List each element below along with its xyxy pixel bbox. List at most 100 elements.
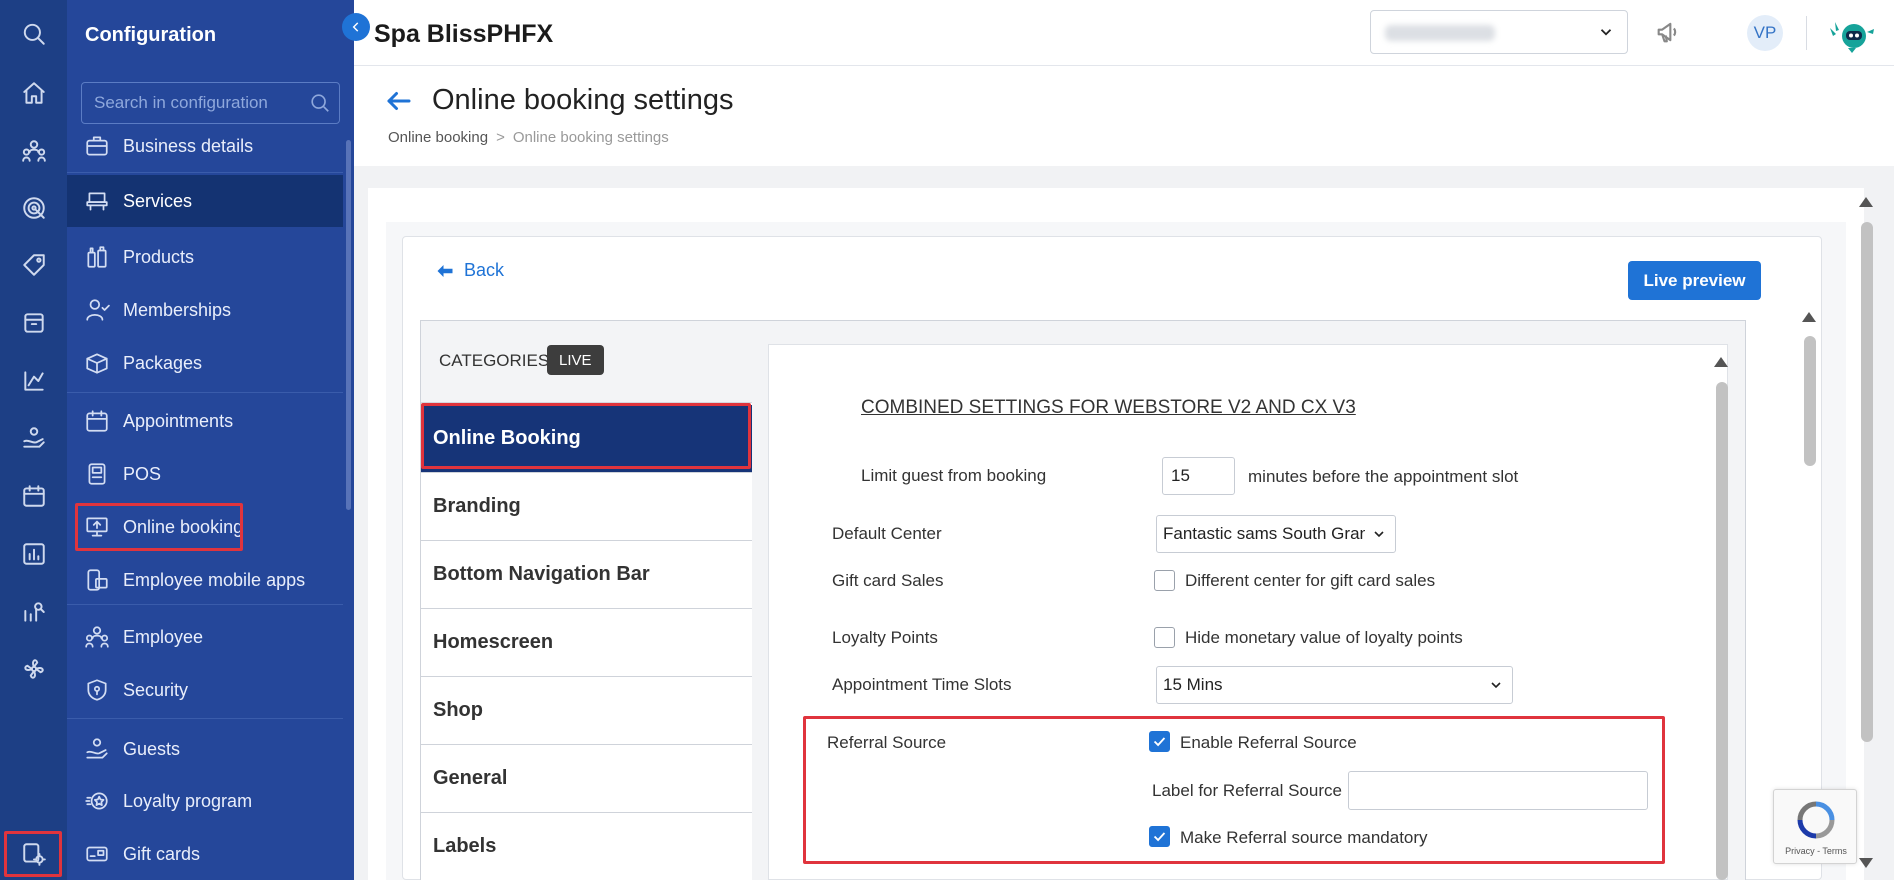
breadcrumb-parent[interactable]: Online booking <box>388 129 488 146</box>
member-icon <box>83 296 111 324</box>
scroll-up-arrow[interactable] <box>1714 357 1728 367</box>
category-bottom-navigation-bar[interactable]: Bottom Navigation Bar <box>421 541 753 609</box>
back-link[interactable]: Back <box>436 260 504 281</box>
time-slots-select[interactable]: 15 Mins <box>1156 666 1513 704</box>
megaphone-icon[interactable] <box>1654 18 1684 48</box>
back-label: Back <box>464 260 505 280</box>
analytics-icon[interactable] <box>17 595 51 629</box>
top-bar: Spa BlissPHFX VP <box>354 0 1894 66</box>
page-header: Online booking settings Online booking > O… <box>354 66 1894 166</box>
loyalty-points-checkbox[interactable] <box>1154 627 1175 648</box>
recaptcha-badge[interactable]: Privacy - Terms <box>1773 789 1857 864</box>
search-icon[interactable] <box>309 92 331 114</box>
category-online-booking[interactable]: Online Booking <box>421 405 753 473</box>
breadcrumb: Online booking > Online booking settings <box>388 129 669 146</box>
sidebar-search-input[interactable] <box>81 82 340 124</box>
tag-icon[interactable] <box>17 248 51 282</box>
sidebar-item-label: POS <box>123 463 162 484</box>
hand-care-icon[interactable] <box>17 421 51 455</box>
calendar-icon <box>83 407 111 435</box>
fan-icon[interactable] <box>17 652 51 686</box>
categories-header: CATEGORIES LIVE <box>421 321 753 403</box>
back-arrow-icon[interactable] <box>384 86 414 116</box>
chevron-down-icon <box>1597 23 1615 41</box>
team-icon[interactable] <box>17 134 51 168</box>
time-slots-label: Appointment Time Slots <box>832 675 1012 694</box>
gift-card-checkbox[interactable] <box>1154 570 1175 591</box>
sidebar-scrollbar[interactable] <box>346 140 351 510</box>
check-icon <box>1153 737 1166 747</box>
chevron-down-icon <box>1488 677 1504 693</box>
home-icon[interactable] <box>17 76 51 110</box>
icon-rail <box>0 0 67 880</box>
category-general[interactable]: General <box>421 745 753 813</box>
gift-card-option: Different center for gift card sales <box>1185 571 1436 590</box>
category-labels[interactable]: Labels <box>421 813 753 880</box>
sidebar-item-label: Gift cards <box>123 843 201 864</box>
referral-label-input[interactable] <box>1348 771 1648 810</box>
inventory-icon[interactable] <box>17 306 51 340</box>
scroll-down-arrow[interactable] <box>1859 858 1873 868</box>
sidebar-item-business-details[interactable]: Business details <box>67 124 343 168</box>
sidebar-item-label: Loyalty program <box>123 790 253 811</box>
default-center-select[interactable]: Fantastic sams South Granville <box>1156 515 1396 553</box>
time-slots-value: 15 Mins <box>1163 675 1223 694</box>
sidebar-item-label: Security <box>123 679 189 700</box>
online-booking-highlight <box>75 503 243 551</box>
divider <box>67 604 343 605</box>
chevron-left-icon <box>352 22 359 32</box>
marketing-icon[interactable] <box>17 191 51 225</box>
sidebar-item-guests[interactable]: Guests <box>67 727 343 771</box>
arrow-left-icon <box>437 264 453 277</box>
referral-source-label: Referral Source <box>827 733 947 752</box>
divider <box>67 718 343 719</box>
categories-panel: CATEGORIES LIVE Online Booking Branding … <box>420 320 753 880</box>
sidebar-item-packages[interactable]: Packages <box>67 341 343 385</box>
calendar-icon[interactable] <box>17 479 51 513</box>
scroll-up-arrow[interactable] <box>1802 312 1816 322</box>
limit-guest-label: Limit guest from booking <box>861 466 1047 485</box>
sidebar-item-gift-cards[interactable]: Gift cards <box>67 832 343 876</box>
divider <box>67 172 343 173</box>
enable-referral-checkbox[interactable] <box>1149 731 1170 752</box>
search-icon[interactable] <box>17 17 51 51</box>
bot-assistant-icon[interactable] <box>1826 14 1876 54</box>
divider <box>1806 16 1807 50</box>
settings-scrollbar[interactable] <box>1716 382 1728 880</box>
sidebar-item-security[interactable]: Security <box>67 668 343 712</box>
gift-card-icon <box>83 840 111 868</box>
loyalty-points-option: Hide monetary value of loyalty points <box>1185 628 1463 647</box>
sidebar-item-pos[interactable]: POS <box>67 452 343 496</box>
recaptcha-icon <box>1797 801 1835 839</box>
user-avatar[interactable]: VP <box>1747 15 1783 51</box>
page-scrollbar[interactable] <box>1861 222 1873 742</box>
recaptcha-terms[interactable]: Privacy - Terms <box>1774 846 1858 856</box>
default-center-value: Fantastic sams South Granville <box>1163 524 1365 543</box>
category-branding[interactable]: Branding <box>421 473 753 541</box>
card-scrollbar[interactable] <box>1804 336 1816 466</box>
collapse-sidebar-button[interactable] <box>342 13 370 41</box>
referral-mandatory-checkbox[interactable] <box>1149 826 1170 847</box>
breadcrumb-current: Online booking settings <box>512 129 669 146</box>
center-selector[interactable] <box>1370 10 1628 54</box>
sidebar-item-loyalty-program[interactable]: Loyalty program <box>67 779 343 823</box>
category-shop[interactable]: Shop <box>421 677 753 745</box>
briefcase-icon <box>83 132 111 160</box>
rail-active-highlight <box>4 831 62 877</box>
live-badge: LIVE <box>547 345 604 375</box>
live-preview-button[interactable]: Live preview <box>1628 261 1761 300</box>
reports-icon[interactable] <box>17 364 51 398</box>
scroll-up-arrow[interactable] <box>1859 197 1873 207</box>
sidebar-item-employee[interactable]: Employee <box>67 615 343 659</box>
loyalty-icon <box>83 787 111 815</box>
sidebar-title: Configuration <box>85 24 217 46</box>
sidebar-item-products[interactable]: Products <box>67 235 343 279</box>
sidebar-item-employee-mobile-apps[interactable]: Employee mobile apps <box>67 558 343 602</box>
dashboard-icon[interactable] <box>17 537 51 571</box>
limit-guest-minutes-input[interactable] <box>1162 457 1235 495</box>
sidebar-item-memberships[interactable]: Memberships <box>67 288 343 332</box>
chevron-down-icon <box>1371 526 1387 542</box>
sidebar-item-appointments[interactable]: Appointments <box>67 399 343 443</box>
sidebar-item-services[interactable]: Services <box>67 175 343 227</box>
category-homescreen[interactable]: Homescreen <box>421 609 753 677</box>
